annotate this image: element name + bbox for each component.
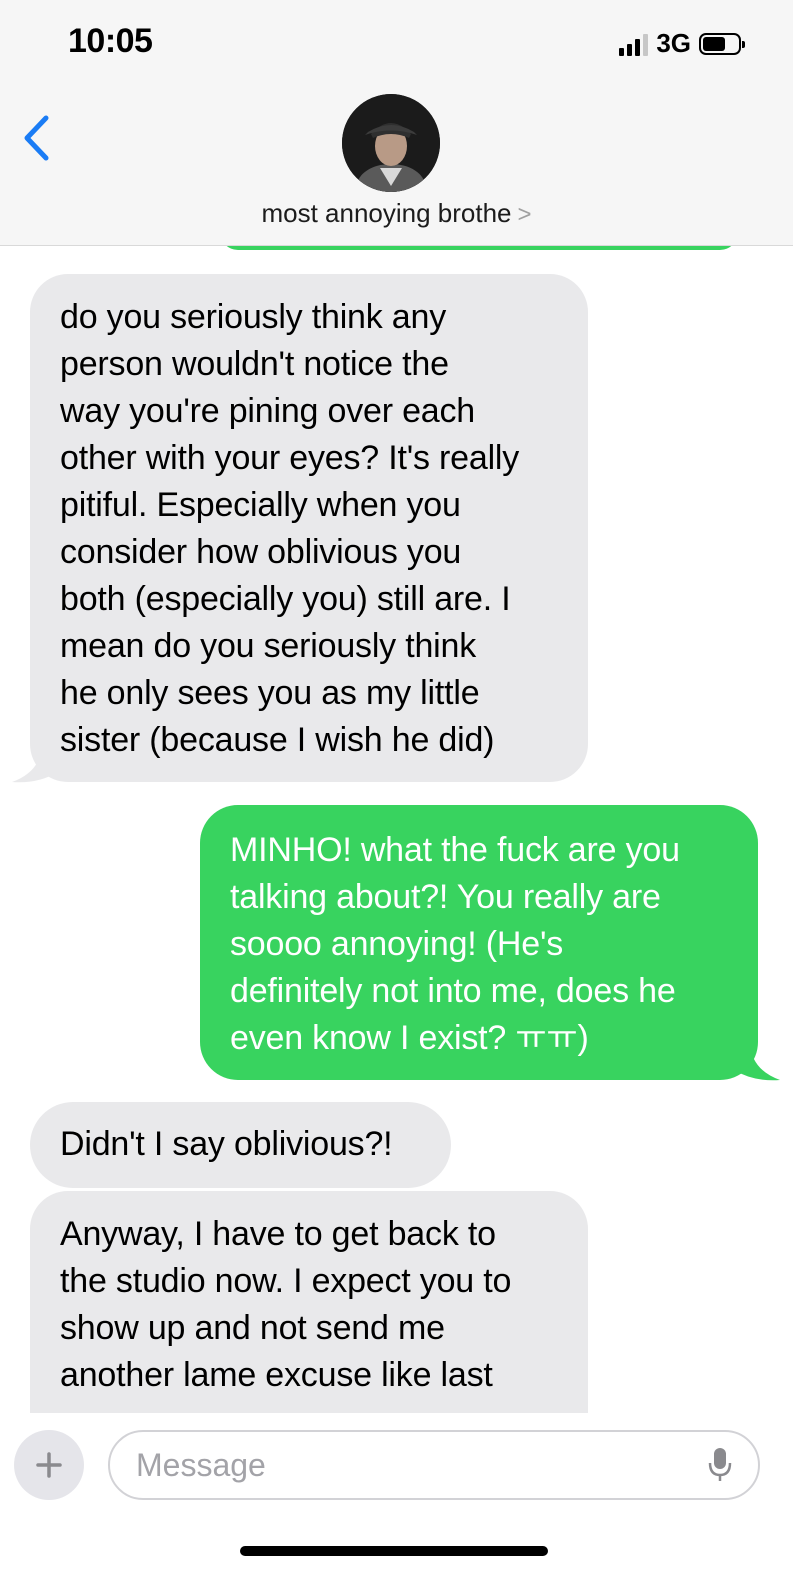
status-time: 10:05 xyxy=(68,22,153,60)
home-indicator[interactable] xyxy=(240,1546,548,1556)
received-message[interactable]: Anyway, I have to get back to the studio… xyxy=(30,1191,588,1413)
chevron-right-icon: > xyxy=(517,201,532,228)
message-text: Anyway, I have to get back to the studio… xyxy=(60,1215,512,1394)
message-text: Didn't I say oblivious?! xyxy=(60,1125,393,1163)
microphone-icon xyxy=(708,1448,732,1481)
dictation-button[interactable] xyxy=(706,1445,734,1485)
contact-avatar[interactable] xyxy=(342,94,440,192)
bubble-tail xyxy=(734,1044,780,1081)
contact-name-button[interactable]: most annoying brothe > xyxy=(0,198,793,229)
sent-message[interactable]: MINHO! what the fuck are you talking abo… xyxy=(200,805,758,1080)
conversation-header: 10:05 3G most annoying brothe > xyxy=(0,0,793,246)
avatar-photo xyxy=(342,94,440,192)
message-text: do you seriously think any person wouldn… xyxy=(60,298,520,759)
status-indicators: 3G xyxy=(619,28,745,59)
bubble-tail xyxy=(12,746,58,783)
message-thread[interactable]: do you seriously think any person wouldn… xyxy=(0,246,793,1413)
battery-icon xyxy=(699,32,745,55)
network-type: 3G xyxy=(656,28,691,58)
message-input[interactable] xyxy=(134,1445,706,1485)
chevron-left-icon xyxy=(24,115,49,161)
contact-name: most annoying brothe xyxy=(261,198,512,228)
message-input-container[interactable] xyxy=(108,1430,760,1500)
plus-icon xyxy=(36,1452,62,1478)
previous-sent-bubble xyxy=(220,246,738,250)
add-attachment-button[interactable] xyxy=(14,1430,84,1500)
signal-icon xyxy=(619,32,649,56)
received-message[interactable]: do you seriously think any person wouldn… xyxy=(30,274,588,782)
message-text: MINHO! what the fuck are you talking abo… xyxy=(230,831,680,1057)
back-button[interactable] xyxy=(16,110,56,166)
received-message[interactable]: Didn't I say oblivious?! xyxy=(30,1102,451,1188)
